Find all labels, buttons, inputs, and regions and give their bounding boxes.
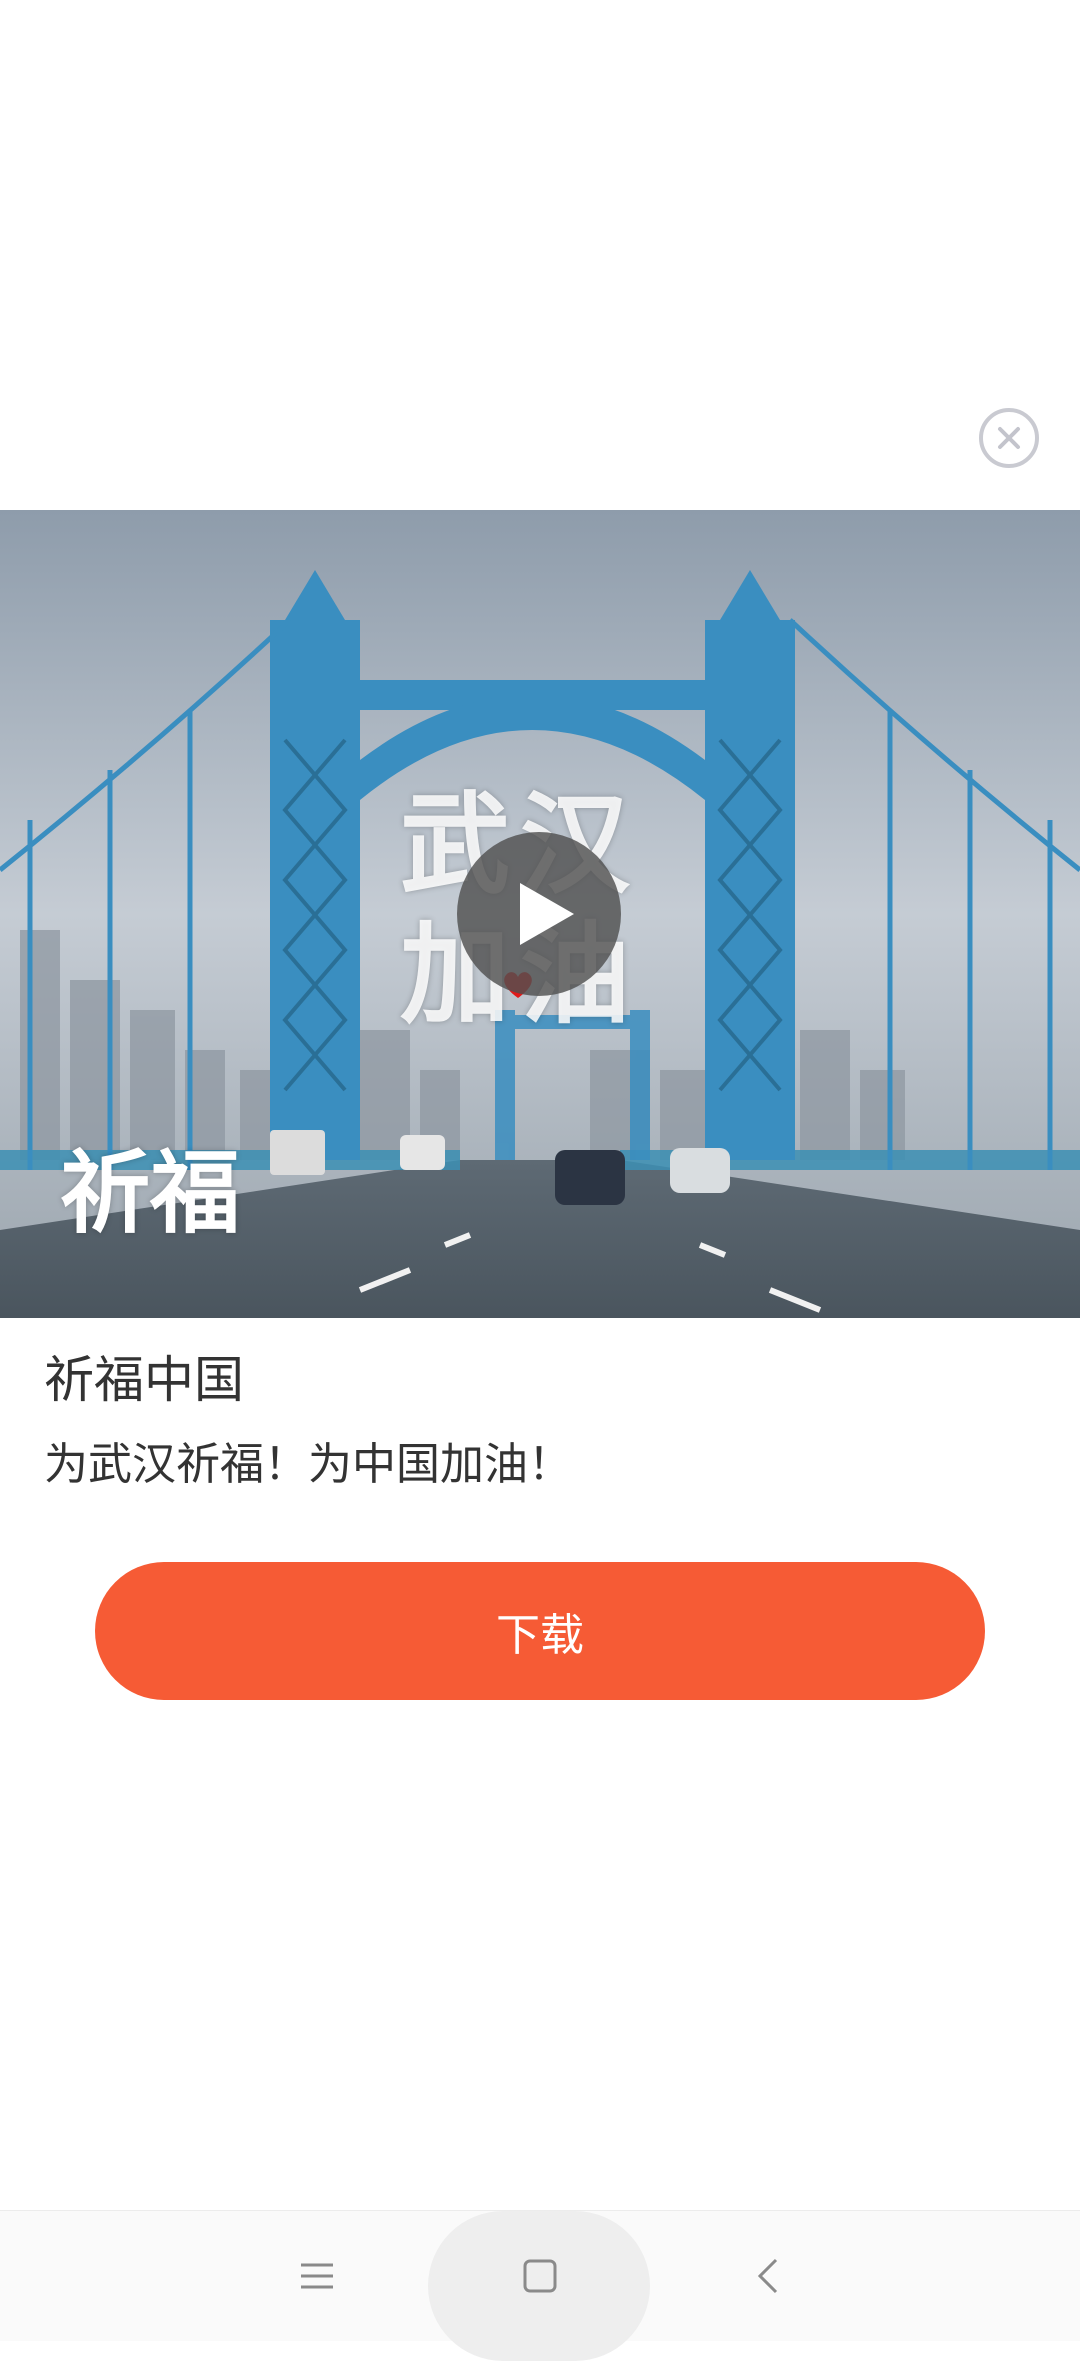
home-icon (523, 2259, 557, 2293)
home-button[interactable] (480, 2211, 600, 2341)
recent-apps-button[interactable] (257, 2211, 377, 2341)
download-button-label: 下载 (496, 1610, 584, 1661)
video-player[interactable]: 武汉 加油 祈福 (0, 510, 1080, 1318)
back-icon (757, 2258, 778, 2294)
ad-title: 祈福中国 (44, 1351, 244, 1409)
calligraphy-watermark: 祈福 (60, 1140, 240, 1246)
play-icon (520, 883, 574, 945)
close-button[interactable] (979, 408, 1039, 468)
close-icon (998, 427, 1020, 449)
system-navigation-bar (0, 2210, 1080, 2361)
ad-description: 为武汉祈福！为中国加油！ (44, 1439, 572, 1490)
play-button[interactable] (457, 832, 621, 996)
back-button[interactable] (708, 2211, 828, 2341)
menu-icon (301, 2263, 333, 2289)
download-button[interactable]: 下载 (95, 1562, 985, 1700)
